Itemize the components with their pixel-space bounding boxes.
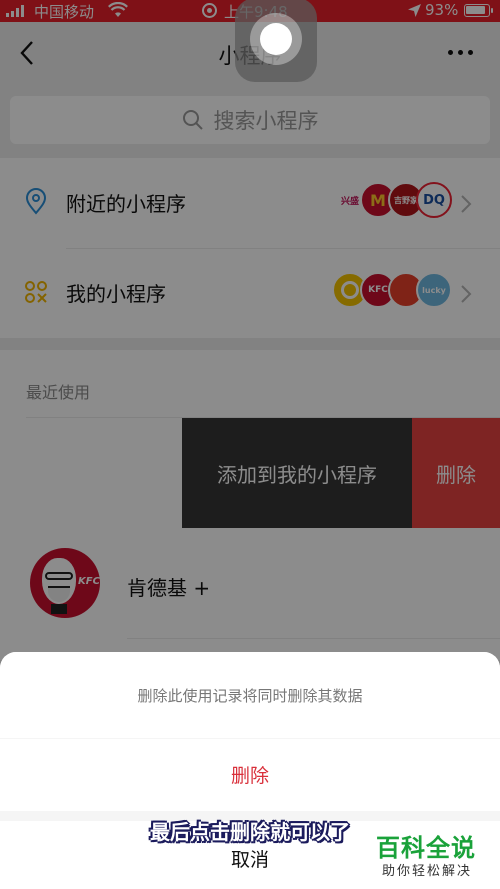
watermark-subtitle: 助你轻松解决: [382, 864, 473, 879]
assistive-touch-button[interactable]: [235, 0, 317, 82]
action-sheet-message: 删除此使用记录将同时删除其数据: [0, 652, 500, 738]
watermark-title: 百科全说: [376, 834, 476, 862]
confirm-delete-button[interactable]: 删除: [0, 739, 500, 811]
